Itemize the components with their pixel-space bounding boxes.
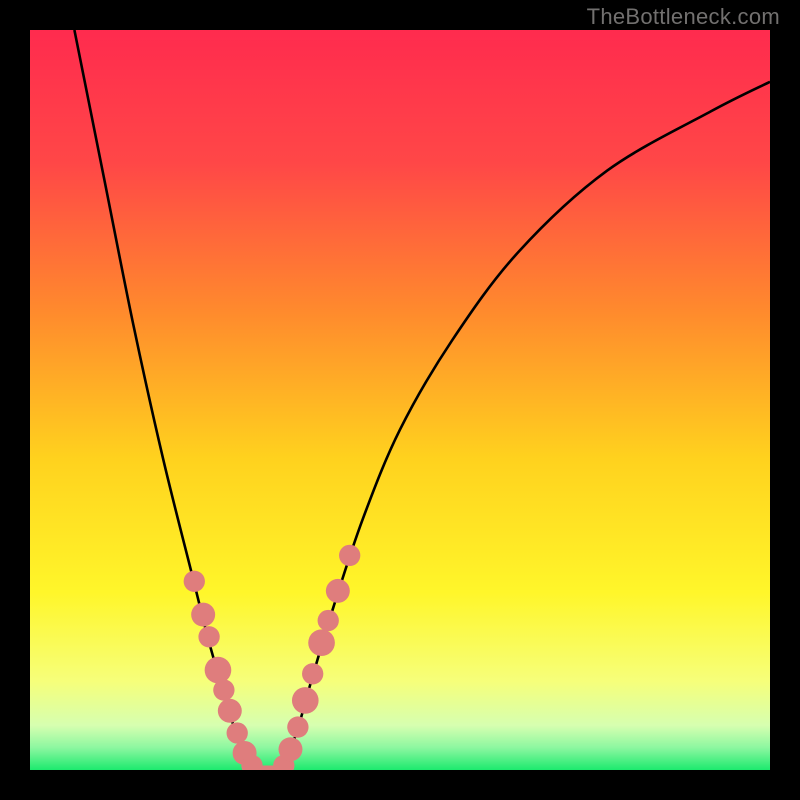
data-marker — [339, 545, 360, 566]
plot-area — [30, 30, 770, 770]
data-marker — [308, 629, 335, 656]
marker-group-left — [184, 571, 263, 770]
watermark-text: TheBottleneck.com — [587, 4, 780, 30]
data-marker — [287, 716, 308, 737]
curve-left — [74, 30, 255, 770]
chart-frame: TheBottleneck.com — [0, 0, 800, 800]
data-marker — [227, 722, 248, 743]
data-marker — [198, 626, 219, 647]
data-marker — [292, 687, 319, 714]
curve-layer — [30, 30, 770, 770]
data-marker — [218, 699, 242, 723]
data-marker — [326, 579, 350, 603]
data-marker — [184, 571, 205, 592]
data-marker — [278, 737, 302, 761]
curve-right — [282, 82, 770, 770]
data-marker — [318, 610, 339, 631]
marker-group-right — [273, 545, 360, 770]
data-marker — [191, 603, 215, 627]
data-marker — [213, 679, 234, 700]
data-marker — [302, 663, 323, 684]
data-marker — [205, 657, 232, 684]
